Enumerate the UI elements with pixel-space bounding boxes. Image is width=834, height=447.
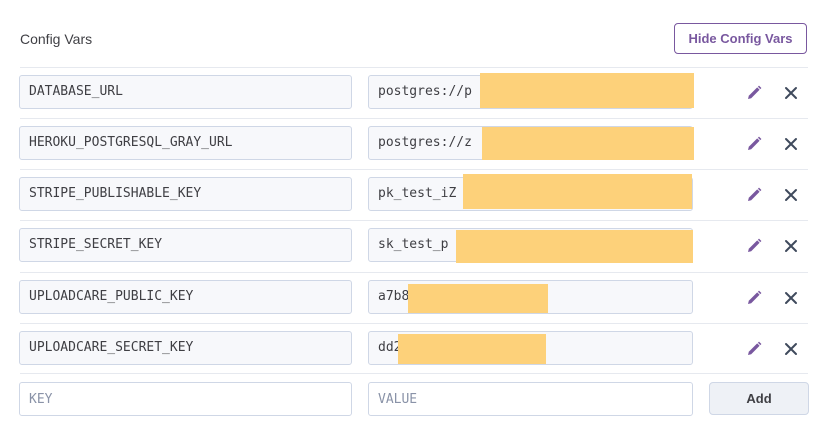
redaction-mask (456, 230, 693, 263)
close-icon[interactable] (781, 185, 801, 205)
config-var-key[interactable]: UPLOADCARE_SECRET_KEY (19, 331, 352, 365)
config-var-key[interactable]: STRIPE_SECRET_KEY (19, 228, 352, 262)
close-icon[interactable] (781, 236, 801, 256)
add-button[interactable]: Add (709, 382, 809, 415)
pencil-icon[interactable] (744, 83, 764, 103)
pencil-icon[interactable] (744, 236, 764, 256)
row-divider (20, 169, 808, 170)
pencil-icon[interactable] (744, 288, 764, 308)
new-value-input[interactable] (368, 382, 693, 416)
close-icon[interactable] (781, 83, 801, 103)
redaction-mask (463, 174, 692, 209)
redaction-mask (480, 73, 694, 108)
new-key-input[interactable] (19, 382, 352, 416)
config-var-key[interactable]: UPLOADCARE_PUBLIC_KEY (19, 280, 352, 314)
close-icon[interactable] (781, 134, 801, 154)
hide-config-vars-button[interactable]: Hide Config Vars (674, 23, 807, 54)
redaction-mask (482, 127, 694, 160)
config-var-key[interactable]: STRIPE_PUBLISHABLE_KEY (19, 177, 352, 211)
close-icon[interactable] (781, 339, 801, 359)
row-divider (20, 323, 808, 324)
row-divider (20, 272, 808, 273)
redaction-mask (398, 334, 546, 364)
config-var-key[interactable]: DATABASE_URL (19, 75, 352, 109)
close-icon[interactable] (781, 288, 801, 308)
pencil-icon[interactable] (744, 185, 764, 205)
config-var-key[interactable]: HEROKU_POSTGRESQL_GRAY_URL (19, 126, 352, 160)
redaction-mask (408, 284, 548, 313)
pencil-icon[interactable] (744, 339, 764, 359)
row-divider (20, 220, 808, 221)
row-divider (20, 118, 808, 119)
row-divider (20, 67, 808, 68)
row-divider (20, 373, 808, 374)
pencil-icon[interactable] (744, 134, 764, 154)
section-title: Config Vars (20, 31, 93, 47)
